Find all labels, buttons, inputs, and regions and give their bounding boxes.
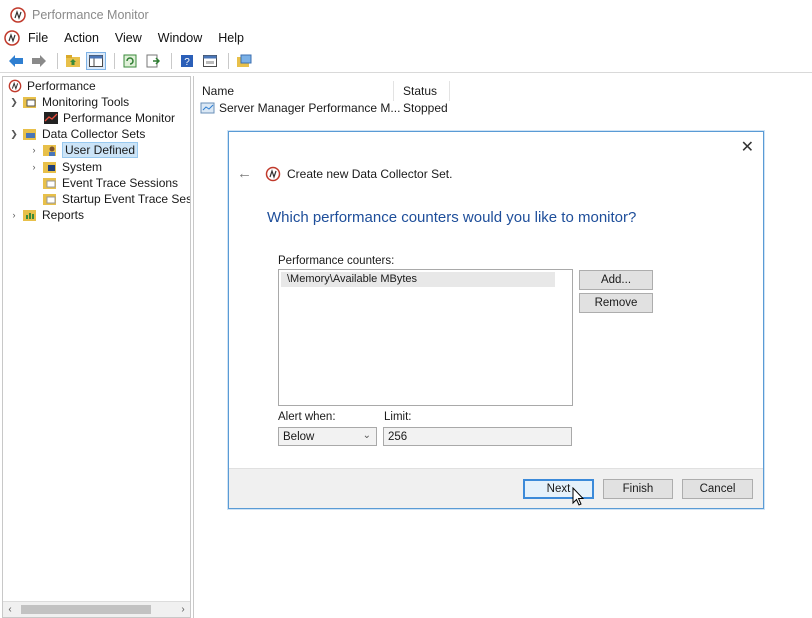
list-item[interactable]: Server Manager Performance M... Stopped xyxy=(200,99,448,117)
close-icon[interactable]: ✕ xyxy=(741,137,754,157)
properties-icon[interactable] xyxy=(200,52,220,70)
tree-item-reports[interactable]: › Reports xyxy=(8,207,85,223)
tree-item-label: Performance Monitor xyxy=(63,111,176,125)
monitoring-tools-icon xyxy=(23,97,36,108)
tree-item-data-collector-sets[interactable]: ❯ Data Collector Sets xyxy=(8,126,145,142)
menu-bar: File Action View Window Help xyxy=(0,28,812,48)
finish-button[interactable]: Finish xyxy=(603,479,673,499)
svg-text:?: ? xyxy=(184,57,190,68)
alert-when-select[interactable]: Below ⌄ xyxy=(278,427,377,446)
reports-icon xyxy=(23,210,36,221)
scroll-thumb[interactable] xyxy=(21,605,151,614)
tree-item-label: Event Trace Sessions xyxy=(62,176,179,190)
toolbar-separator xyxy=(57,52,58,69)
export-list-icon[interactable] xyxy=(143,52,163,70)
column-header-status[interactable]: Status xyxy=(395,81,450,101)
forward-arrow-icon[interactable] xyxy=(29,52,49,70)
scroll-right-icon[interactable]: › xyxy=(176,604,190,615)
performance-monitor-icon xyxy=(265,166,281,182)
tree-item-label: Monitoring Tools xyxy=(42,95,130,109)
up-folder-icon[interactable] xyxy=(63,52,83,70)
tree-item-label: Startup Event Trace Ses xyxy=(62,192,191,206)
toolbar-separator xyxy=(171,52,172,69)
chevron-right-icon[interactable]: › xyxy=(28,162,40,172)
refresh-icon[interactable] xyxy=(120,52,140,70)
wizard-title: Create new Data Collector Set. xyxy=(287,167,453,181)
tree-item-performance-monitor[interactable]: Performance Monitor xyxy=(41,110,175,126)
tree-item-system[interactable]: › System xyxy=(28,159,103,175)
tree-item-startup-event-trace-sessions[interactable]: Startup Event Trace Ses xyxy=(40,191,191,207)
create-data-collector-set-dialog: ✕ ← Create new Data Collector Set. Which… xyxy=(228,131,764,509)
list-item[interactable]: \Memory\Available MBytes xyxy=(281,272,555,287)
list-item-status: Stopped xyxy=(403,101,448,115)
horizontal-scrollbar[interactable]: ‹ › xyxy=(3,601,190,617)
console-tree[interactable]: Performance ❯ Monitoring Tools Performan… xyxy=(2,76,191,618)
performance-counters-label: Performance counters: xyxy=(278,255,395,267)
new-window-icon[interactable] xyxy=(234,52,254,70)
toolbar: ? xyxy=(0,49,812,73)
limit-input[interactable]: 256 xyxy=(383,427,572,446)
chevron-right-icon[interactable]: › xyxy=(8,210,20,220)
alert-when-label: Alert when: xyxy=(278,411,336,423)
chevron-down-icon: ⌄ xyxy=(362,430,371,441)
menu-file[interactable]: File xyxy=(28,31,48,45)
limit-label: Limit: xyxy=(384,411,412,423)
tree-item-monitoring-tools[interactable]: ❯ Monitoring Tools xyxy=(8,94,129,110)
tree-item-label: System xyxy=(62,160,103,174)
dialog-footer: Next Finish Cancel xyxy=(229,468,763,508)
menu-view[interactable]: View xyxy=(115,31,142,45)
scroll-left-icon[interactable]: ‹ xyxy=(3,604,17,615)
help-icon[interactable]: ? xyxy=(177,52,197,70)
remove-button[interactable]: Remove xyxy=(579,293,653,313)
wizard-question: Which performance counters would you lik… xyxy=(267,209,637,226)
limit-value: 256 xyxy=(388,430,408,443)
tree-item-user-defined[interactable]: › User Defined xyxy=(28,142,139,158)
system-menu-icon[interactable] xyxy=(4,30,20,46)
tree-item-label: Data Collector Sets xyxy=(42,127,146,141)
event-trace-icon xyxy=(43,194,56,205)
cancel-button[interactable]: Cancel xyxy=(682,479,753,499)
tree-item-performance[interactable]: Performance xyxy=(5,78,96,94)
chevron-down-icon[interactable]: ❯ xyxy=(8,129,20,140)
toolbar-separator xyxy=(228,52,229,69)
event-trace-icon xyxy=(43,178,56,189)
column-header-name[interactable]: Name xyxy=(194,81,394,101)
alert-when-value: Below xyxy=(283,430,315,443)
tree-item-event-trace-sessions[interactable]: Event Trace Sessions xyxy=(40,175,178,191)
title-bar: Performance Monitor xyxy=(0,0,812,30)
performance-monitor-icon xyxy=(10,7,26,23)
user-defined-icon xyxy=(43,145,56,156)
window-title: Performance Monitor xyxy=(32,8,149,22)
tree-item-label: User Defined xyxy=(62,142,139,158)
menu-help[interactable]: Help xyxy=(218,31,244,45)
chevron-right-icon[interactable]: › xyxy=(28,145,40,155)
performance-counters-list[interactable]: \Memory\Available MBytes xyxy=(278,269,573,406)
tree-item-label: Performance xyxy=(27,79,96,93)
add-button[interactable]: Add... xyxy=(579,270,653,290)
menu-window[interactable]: Window xyxy=(158,31,202,45)
chevron-down-icon[interactable]: ❯ xyxy=(8,97,20,108)
data-collector-sets-icon xyxy=(23,129,36,140)
menu-action[interactable]: Action xyxy=(64,31,99,45)
mouse-pointer-icon xyxy=(572,487,584,506)
toolbar-separator xyxy=(114,52,115,69)
show-hide-console-tree-icon[interactable] xyxy=(86,51,106,70)
list-item-name: Server Manager Performance M... xyxy=(219,101,401,115)
back-arrow-icon[interactable]: ← xyxy=(237,165,252,182)
system-icon xyxy=(43,162,56,173)
performance-icon xyxy=(8,79,22,93)
tree-item-label: Reports xyxy=(42,208,85,222)
monitor-graph-icon xyxy=(44,112,58,124)
data-collector-set-icon xyxy=(200,102,215,114)
back-arrow-icon[interactable] xyxy=(6,52,26,70)
